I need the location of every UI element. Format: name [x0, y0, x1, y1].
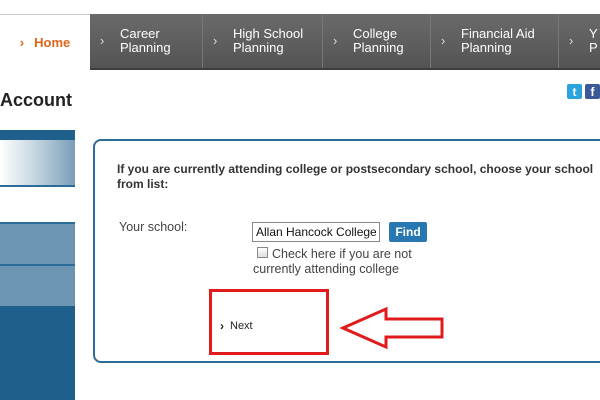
- chevron-right-icon: ›: [19, 35, 25, 50]
- not-attending-checkbox[interactable]: [257, 247, 268, 258]
- tab-career-planning[interactable]: › Career Planning: [90, 14, 202, 68]
- tab-college-planning[interactable]: › College Planning: [322, 14, 431, 68]
- tab-label: Y P: [589, 26, 598, 55]
- not-attending-checkbox-label: Check here if you are not currently atte…: [253, 247, 412, 276]
- top-navigation: › Home › Career Planning › High School P…: [0, 14, 600, 70]
- page-title: Account: [0, 90, 72, 110]
- tab-high-school-planning[interactable]: › High School Planning: [202, 14, 323, 68]
- chevron-right-icon: ›: [333, 33, 338, 48]
- chevron-right-icon: ›: [100, 33, 105, 48]
- chevron-right-icon: ›: [441, 33, 446, 48]
- sidebar-footer: [0, 306, 75, 400]
- tab-label: Financial Aid Planning: [461, 26, 535, 55]
- sidebar-item[interactable]: [0, 264, 75, 306]
- sidebar-item[interactable]: [0, 222, 75, 264]
- annotation-highlight-box: [209, 289, 329, 355]
- tab-partial[interactable]: › Y P: [558, 14, 600, 68]
- sidebar: [0, 130, 75, 400]
- annotation-arrow-icon: [340, 306, 444, 350]
- sidebar-header-strip: [0, 130, 75, 140]
- sidebar-item-active[interactable]: [0, 140, 75, 187]
- tab-label: College Planning: [353, 26, 404, 55]
- tab-label: High School Planning: [233, 26, 304, 55]
- tab-label: Career Planning: [120, 26, 171, 55]
- tab-financial-aid-planning[interactable]: › Financial Aid Planning: [430, 14, 559, 68]
- school-input[interactable]: [252, 222, 380, 242]
- nav-bar: › Career Planning › High School Planning…: [90, 14, 600, 70]
- chevron-right-icon: ›: [213, 33, 218, 48]
- school-label: Your school:: [119, 220, 188, 234]
- instruction-text: If you are currently attending college o…: [117, 162, 594, 191]
- find-button[interactable]: Find: [389, 222, 427, 242]
- nav-home-tab[interactable]: › Home: [0, 14, 90, 70]
- facebook-icon[interactable]: f: [585, 84, 600, 99]
- chevron-right-icon: ›: [569, 33, 574, 48]
- twitter-icon[interactable]: t: [567, 84, 582, 99]
- nav-home-label: Home: [34, 35, 71, 50]
